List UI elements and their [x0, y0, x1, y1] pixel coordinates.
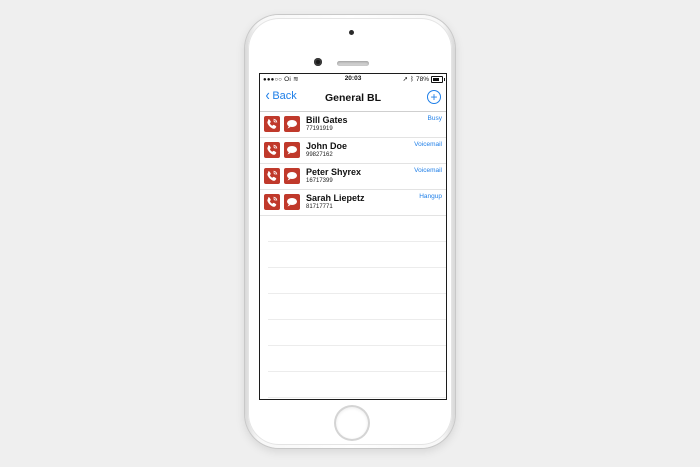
speech-bubble-icon	[287, 146, 297, 155]
front-camera	[314, 58, 322, 66]
empty-row	[268, 242, 446, 268]
proximity-sensor	[349, 30, 354, 35]
list-item[interactable]: John Doe 99827162 Voicemail	[260, 138, 446, 164]
contact-number: 77191919	[306, 126, 333, 132]
list-item[interactable]: Bill Gates 77191919 Busy	[260, 112, 446, 138]
list-item[interactable]: Sarah Liepetz 81717771 Hangup	[260, 190, 446, 216]
phone-icon	[267, 196, 278, 207]
contact-list: Bill Gates 77191919 Busy John Doe 998271…	[260, 112, 446, 398]
device-face: ●●●○○ Oi ≋ 20:03 ➚ ᛒ 78% ‹ Back General …	[248, 18, 452, 445]
contact-number: 16717399	[306, 178, 333, 184]
call-block-button[interactable]	[264, 168, 280, 184]
empty-row	[268, 372, 446, 398]
speech-bubble-icon	[287, 198, 297, 207]
action-link[interactable]: Hangup	[419, 193, 442, 200]
contact-name: Sarah Liepetz	[306, 193, 365, 203]
navigation-bar: ‹ Back General BL +	[260, 85, 446, 112]
phone-icon	[267, 170, 278, 181]
call-block-button[interactable]	[264, 142, 280, 158]
call-block-button[interactable]	[264, 194, 280, 210]
message-block-button[interactable]	[284, 168, 300, 184]
contact-name: John Doe	[306, 141, 348, 151]
earpiece-speaker	[337, 61, 369, 66]
battery-fill	[433, 77, 440, 81]
page-title: General BL	[324, 92, 382, 104]
phone-icon	[267, 144, 278, 155]
battery-icon	[431, 75, 445, 83]
empty-row	[268, 216, 446, 242]
message-block-button[interactable]	[284, 116, 300, 132]
list-item[interactable]: Peter Shyrex 16717399 Voicemail	[260, 164, 446, 190]
message-block-button[interactable]	[284, 142, 300, 158]
action-link[interactable]: Busy	[428, 115, 442, 122]
back-button[interactable]: ‹ Back	[265, 87, 297, 104]
call-block-button[interactable]	[264, 116, 280, 132]
speech-bubble-icon	[287, 120, 297, 129]
empty-row	[268, 294, 446, 320]
speech-bubble-icon	[287, 172, 297, 181]
iphone-device: ●●●○○ Oi ≋ 20:03 ➚ ᛒ 78% ‹ Back General …	[245, 15, 455, 448]
action-link[interactable]: Voicemail	[414, 167, 442, 174]
action-link[interactable]: Voicemail	[414, 141, 442, 148]
status-bar: ●●●○○ Oi ≋ 20:03 ➚ ᛒ 78%	[260, 74, 446, 85]
empty-row	[268, 320, 446, 346]
empty-row	[268, 268, 446, 294]
add-button[interactable]: +	[427, 90, 441, 104]
plus-icon: +	[430, 90, 438, 104]
bluetooth-icon: ᛒ	[410, 75, 414, 83]
contact-name: Bill Gates	[306, 115, 348, 125]
message-block-button[interactable]	[284, 194, 300, 210]
contact-name: Peter Shyrex	[306, 167, 362, 177]
battery-percent: 78%	[415, 75, 429, 83]
contact-number: 99827162	[306, 152, 333, 158]
location-icon: ➚	[402, 76, 409, 83]
phone-icon	[267, 118, 278, 129]
contact-number: 81717771	[306, 204, 333, 210]
home-button[interactable]	[336, 407, 368, 439]
status-right: ➚ ᛒ 78%	[402, 75, 445, 83]
back-label: Back	[272, 90, 297, 102]
chevron-left-icon: ‹	[265, 87, 270, 104]
empty-row	[268, 346, 446, 372]
screen: ●●●○○ Oi ≋ 20:03 ➚ ᛒ 78% ‹ Back General …	[260, 74, 446, 399]
